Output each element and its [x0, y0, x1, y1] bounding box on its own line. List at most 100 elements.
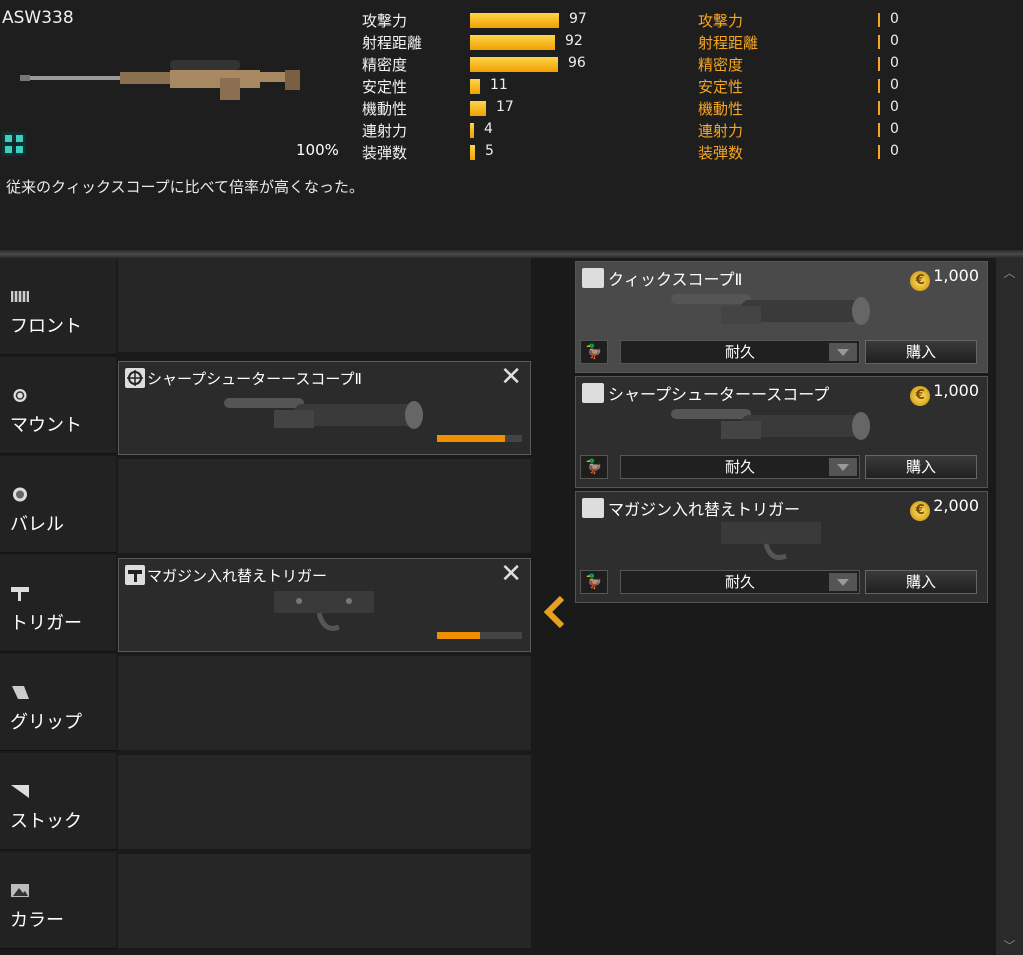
stat-label: 精密度: [362, 56, 408, 74]
shop-item[interactable]: シャープシューターースコープ €1,000 🦆 耐久 購入: [575, 376, 988, 488]
compare-stat-label: 連射力: [698, 122, 744, 140]
front-icon: [11, 291, 29, 302]
stat-bar: [470, 13, 559, 28]
shop-item[interactable]: クィックスコープⅡ €1,000 🦆 耐久 購入: [575, 261, 988, 373]
category-label: バレル: [10, 514, 64, 535]
compare-separator: [878, 35, 880, 49]
durability-dropdown[interactable]: 耐久: [620, 455, 860, 479]
slot-front[interactable]: [118, 258, 531, 352]
stock-icon: [11, 785, 29, 798]
scroll-down-icon[interactable]: ﹀: [1001, 937, 1018, 953]
coin-icon: €: [910, 501, 931, 521]
stat-row: 連射力 4: [362, 120, 622, 140]
buy-button[interactable]: 購入: [865, 455, 977, 479]
compare-stat-value: 0: [890, 143, 899, 159]
price-value: 2,000: [933, 496, 979, 515]
category-grip[interactable]: グリップ: [0, 654, 116, 751]
durability-dropdown[interactable]: 耐久: [620, 570, 860, 594]
category-label: カラー: [10, 910, 64, 931]
scrollbar[interactable]: ︿ ﹀: [996, 258, 1023, 955]
stat-value: 4: [484, 121, 493, 137]
item-image: [671, 294, 870, 325]
stat-bar: [470, 79, 480, 94]
barrel-icon: [13, 487, 27, 502]
chevron-left-icon[interactable]: [542, 594, 566, 630]
color-icon: [11, 884, 29, 897]
stat-row: 射程距離 92: [362, 32, 622, 52]
duck-icon[interactable]: 🦆: [580, 455, 608, 479]
weapon-info-panel: ASW338 100% 攻撃力 97 射程距離 92 精密度 96 安定性 11 機動性 17 連射…: [0, 0, 1023, 250]
compare-separator: [878, 145, 880, 159]
compare-stat-value: 0: [890, 77, 899, 93]
durability-bar: [437, 632, 522, 639]
compare-stat-value: 0: [890, 33, 899, 49]
mod-icon: [2, 132, 26, 156]
trigger-icon: [125, 565, 145, 585]
compare-separator: [878, 123, 880, 137]
shop-item-price: €1,000: [908, 381, 979, 406]
slot-grip[interactable]: [118, 656, 531, 750]
compare-separator: [878, 79, 880, 93]
shop-item-price: €2,000: [908, 496, 979, 521]
shop-item[interactable]: マガジン入れ替えトリガー €2,000 🦆 耐久 購入: [575, 491, 988, 603]
category-trigger[interactable]: トリガー: [0, 555, 116, 652]
chevron-down-icon[interactable]: [829, 343, 857, 361]
stat-label: 連射力: [362, 122, 408, 140]
compare-stat-value: 0: [890, 11, 899, 27]
rifle-image: [20, 60, 300, 100]
duck-icon[interactable]: 🦆: [580, 570, 608, 594]
remove-icon[interactable]: ✕: [500, 559, 522, 589]
remove-icon[interactable]: ✕: [500, 362, 522, 392]
compare-stat-value: 0: [890, 121, 899, 137]
parts-panel: フロント マウントバレルトリガーグリップストックカラー シャープシューターースコー…: [0, 258, 1023, 955]
category-mount[interactable]: マウント: [0, 357, 116, 454]
slot-stock[interactable]: [118, 755, 531, 849]
stat-label: 安定性: [362, 78, 408, 96]
compare-stat-value: 0: [890, 99, 899, 115]
buy-button[interactable]: 購入: [865, 340, 977, 364]
stat-row: 機動性 17: [362, 98, 622, 118]
scroll-up-icon[interactable]: ︿: [1001, 264, 1018, 280]
compare-separator: [878, 101, 880, 115]
compare-stat-row: 攻撃力 0: [698, 10, 928, 30]
compare-stat-row: 機動性 0: [698, 98, 928, 118]
slot-color[interactable]: [118, 854, 531, 948]
shop-item-price: €1,000: [908, 266, 979, 291]
price-value: 1,000: [933, 266, 979, 285]
compare-stat-row: 装弾数 0: [698, 142, 928, 162]
chevron-down-icon[interactable]: [829, 573, 857, 591]
compare-stat-value: 0: [890, 55, 899, 71]
category-stock[interactable]: ストック: [0, 753, 116, 850]
grip-icon: [12, 686, 29, 699]
compare-stat-label: 機動性: [698, 100, 744, 118]
trigger-icon: [582, 498, 604, 518]
buy-button[interactable]: 購入: [865, 570, 977, 594]
compare-stat-row: 安定性 0: [698, 76, 928, 96]
compare-separator: [878, 57, 880, 71]
category-barrel[interactable]: バレル: [0, 456, 116, 553]
stat-bar: [470, 35, 555, 50]
stat-label: 装弾数: [362, 144, 408, 162]
slot-mount[interactable]: シャープシューターースコープⅡ ✕: [118, 361, 531, 455]
stat-label: 攻撃力: [362, 12, 408, 30]
compare-separator: [878, 13, 880, 27]
category-color[interactable]: カラー: [0, 852, 116, 949]
compare-stat-label: 安定性: [698, 78, 744, 96]
chevron-down-icon[interactable]: [829, 458, 857, 476]
mount-icon: [582, 268, 604, 288]
durability-label: 耐久: [724, 343, 755, 361]
duck-icon[interactable]: 🦆: [580, 340, 608, 364]
compare-stat-label: 精密度: [698, 56, 744, 74]
slot-trigger[interactable]: マガジン入れ替えトリガー ✕: [118, 558, 531, 652]
stat-value: 17: [496, 99, 514, 115]
slot-barrel[interactable]: [118, 459, 531, 553]
category-front[interactable]: フロント: [0, 258, 116, 355]
mount-icon: [125, 368, 145, 388]
compare-stat-label: 装弾数: [698, 144, 744, 162]
durability-dropdown[interactable]: 耐久: [620, 340, 860, 364]
category-label: グリップ: [10, 712, 82, 733]
item-image: [721, 522, 821, 560]
stat-bar: [470, 57, 558, 72]
stat-value: 92: [565, 33, 583, 49]
stat-value: 11: [490, 77, 508, 93]
